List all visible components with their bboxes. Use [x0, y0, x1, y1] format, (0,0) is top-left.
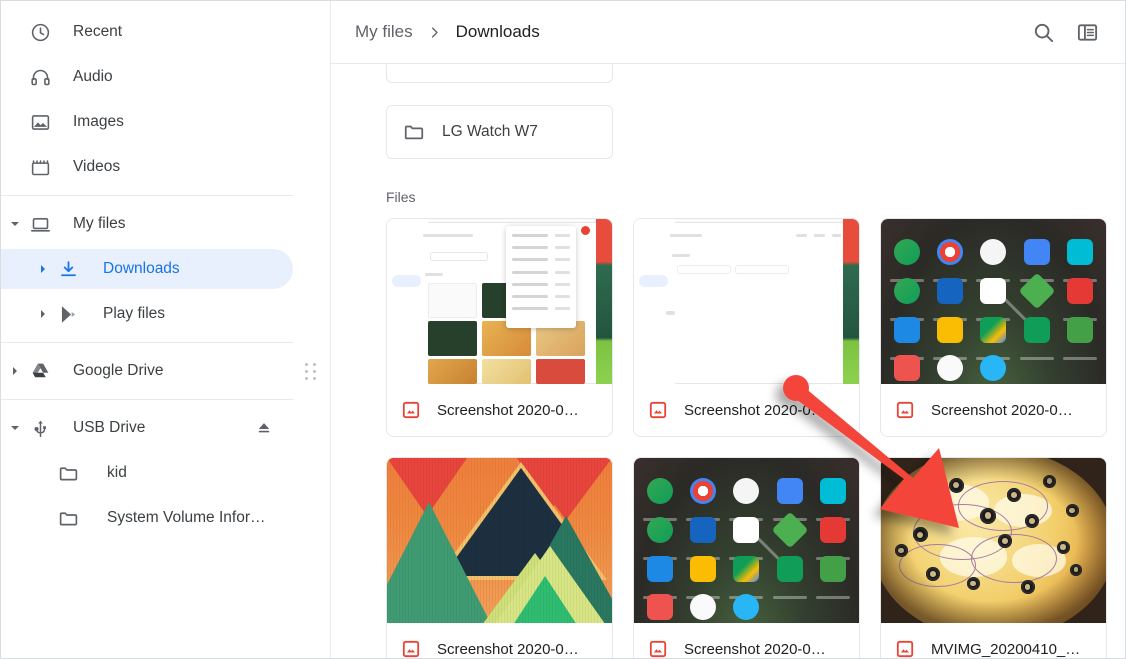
headphones-icon — [29, 66, 51, 88]
file-thumbnail — [881, 219, 1106, 384]
chevron-down-icon[interactable] — [9, 422, 21, 434]
sidebar-item-usb-drive[interactable]: USB Drive — [1, 408, 293, 448]
chevron-down-icon[interactable] — [9, 218, 21, 230]
clock-icon — [29, 21, 51, 43]
file-name: Screenshot 2020-0… — [684, 641, 826, 658]
sidebar-divider-2 — [1, 342, 293, 343]
image-file-icon — [895, 639, 915, 658]
image-file-icon — [648, 639, 668, 658]
play-store-icon — [57, 303, 79, 325]
sidebar-resize-handle[interactable] — [305, 363, 319, 381]
image-icon — [29, 111, 51, 133]
sidebar-item-audio[interactable]: Audio — [1, 57, 293, 97]
folder-card-partial[interactable] — [386, 64, 613, 83]
sidebar-item-images[interactable]: Images — [1, 102, 293, 142]
folders-clipped-row — [386, 64, 1107, 83]
file-label: Screenshot 2020-0… — [634, 384, 859, 436]
sidebar-item-label: Recent — [73, 23, 122, 41]
sidebar-item-label: kid — [107, 464, 127, 482]
file-label: Screenshot 2020-0… — [387, 384, 612, 436]
file-name: Screenshot 2020-0… — [437, 402, 579, 419]
download-icon — [57, 258, 79, 280]
sidebar-divider-1 — [1, 195, 293, 196]
sidebar-item-videos[interactable]: Videos — [1, 147, 293, 187]
file-card[interactable]: Screenshot 2020-0… — [386, 457, 613, 658]
image-file-icon — [648, 400, 668, 420]
file-list-area[interactable]: LG Watch W7 Files — [331, 64, 1125, 658]
folder-name: LG Watch W7 — [442, 123, 538, 141]
image-file-icon — [401, 400, 421, 420]
sidebar-item-play-files[interactable]: Play files — [1, 294, 293, 334]
context-menu-thumb — [506, 226, 576, 328]
file-label: Screenshot 2020-0… — [387, 623, 612, 658]
google-drive-icon — [29, 360, 51, 382]
image-file-icon — [401, 639, 421, 658]
video-icon — [29, 156, 51, 178]
chevron-right-icon — [427, 25, 442, 40]
folders-row: LG Watch W7 — [386, 105, 1107, 159]
file-name: Screenshot 2020-0… — [684, 402, 826, 419]
file-card[interactable]: MVIMG_20200410_… — [880, 457, 1107, 658]
file-card[interactable]: Screenshot 2020-0… — [386, 218, 613, 437]
usb-icon — [29, 417, 51, 439]
sidebar-item-google-drive[interactable]: Google Drive — [1, 351, 293, 391]
folder-card-lg-watch-w7[interactable]: LG Watch W7 — [386, 105, 613, 159]
file-thumbnail — [387, 219, 612, 384]
file-thumbnail — [387, 458, 612, 623]
file-grid: Screenshot 2020-0… — [386, 218, 1107, 658]
file-name: Screenshot 2020-0… — [437, 641, 579, 658]
sidebar-item-system-volume-information[interactable]: System Volume Infor… — [1, 498, 293, 538]
sidebar-item-label: Play files — [103, 305, 165, 323]
chevron-right-icon[interactable] — [9, 365, 21, 377]
eject-icon[interactable] — [253, 417, 275, 439]
file-thumbnail — [634, 219, 859, 384]
sidebar-item-label: Google Drive — [73, 362, 163, 380]
files-section-title: Files — [386, 189, 1107, 205]
sidebar: Recent Audio Images — [1, 1, 331, 658]
chevron-right-icon[interactable] — [37, 308, 49, 320]
sidebar-item-downloads[interactable]: Downloads — [1, 249, 293, 289]
folder-icon — [57, 507, 79, 529]
sidebar-item-recent[interactable]: Recent — [1, 12, 293, 52]
file-card[interactable]: Screenshot 2020-0… — [633, 218, 860, 437]
breadcrumb-item-downloads: Downloads — [456, 22, 540, 42]
breadcrumb: My files Downloads — [355, 22, 540, 42]
folder-icon — [403, 121, 425, 143]
file-card[interactable]: Screenshot 2020-0… — [633, 457, 860, 658]
file-thumbnail — [634, 458, 859, 623]
sidebar-item-kid[interactable]: kid — [1, 453, 293, 493]
sidebar-item-label: My files — [73, 215, 126, 233]
file-label: MVIMG_20200410_… — [881, 623, 1106, 658]
file-label: Screenshot 2020-0… — [881, 384, 1106, 436]
search-icon[interactable] — [1023, 12, 1063, 52]
main-panel: My files Downloads — [331, 1, 1125, 658]
toolbar: My files Downloads — [331, 1, 1125, 64]
sidebar-item-label: USB Drive — [73, 419, 145, 437]
files-app-window: Recent Audio Images — [0, 0, 1126, 659]
sidebar-item-label: Downloads — [103, 260, 180, 278]
file-name: MVIMG_20200410_… — [931, 641, 1080, 658]
file-thumbnail — [881, 458, 1106, 623]
chevron-right-icon[interactable] — [37, 263, 49, 275]
laptop-icon — [29, 213, 51, 235]
sidebar-item-label: System Volume Infor… — [107, 509, 266, 527]
sidebar-item-label: Images — [73, 113, 124, 131]
folder-icon — [57, 462, 79, 484]
sidebar-divider-3 — [1, 399, 293, 400]
image-file-icon — [895, 400, 915, 420]
sidebar-item-label: Audio — [73, 68, 113, 86]
sidebar-item-label: Videos — [73, 158, 120, 176]
file-label: Screenshot 2020-0… — [634, 623, 859, 658]
sidebar-item-my-files[interactable]: My files — [1, 204, 293, 244]
file-card[interactable]: Screenshot 2020-0… — [880, 218, 1107, 437]
list-view-icon[interactable] — [1067, 12, 1107, 52]
breadcrumb-item-my-files[interactable]: My files — [355, 22, 413, 42]
file-name: Screenshot 2020-0… — [931, 402, 1073, 419]
